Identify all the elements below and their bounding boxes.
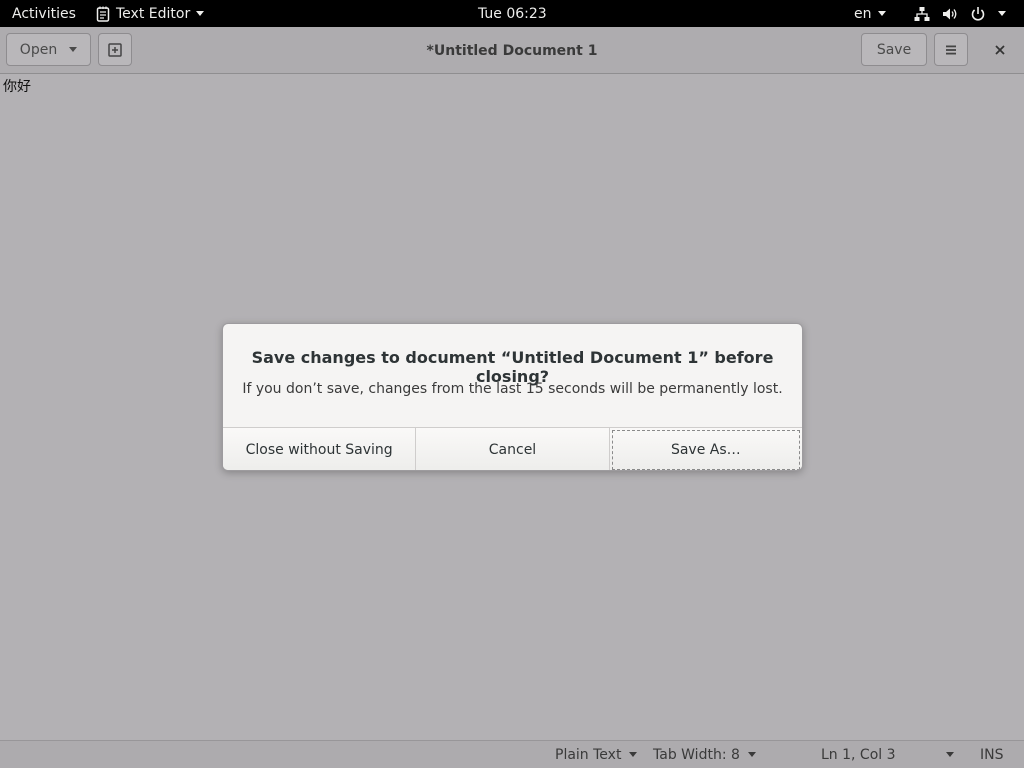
hamburger-icon [946,45,956,54]
activities-label: Activities [12,5,76,22]
insert-mode-indicator[interactable]: INS [980,741,1004,768]
header-bar: Open *Untitled Document 1 Save [0,27,1024,74]
top-bar: Activities Text Editor Tue 06:23 en [0,0,1024,27]
chevron-down-icon [69,47,78,52]
power-icon [971,6,985,21]
insert-mode-label: INS [980,746,1004,763]
cancel-button[interactable]: Cancel [416,428,610,470]
activities-button[interactable]: Activities [12,0,76,27]
app-name: Text Editor [116,5,191,22]
dialog-message: If you don’t save, changes from the last… [242,381,783,397]
clock-label: Tue 06:23 [478,5,547,22]
chevron-down-icon [629,752,638,757]
app-menu[interactable]: Text Editor [96,0,205,27]
chevron-down-icon [877,11,886,16]
editor-content: 你好 [3,79,31,95]
hamburger-menu-button[interactable] [934,33,968,66]
language-mode-label: Plain Text [555,746,622,763]
open-button[interactable]: Open [6,33,91,66]
volume-icon [943,8,957,19]
close-icon [995,44,1005,55]
save-as-button[interactable]: Save As… [609,428,802,470]
language-selector[interactable]: en [854,0,886,27]
save-button[interactable]: Save [861,33,927,66]
open-label: Open [19,41,58,58]
new-tab-icon [108,42,122,57]
language-mode-selector[interactable]: Plain Text [555,741,638,768]
cursor-position-label: Ln 1, Col 3 [821,746,896,763]
save-changes-dialog: Save changes to document “Untitled Docum… [222,323,803,471]
system-menu[interactable] [914,0,1006,27]
tab-width-label: Tab Width: 8 [653,746,740,763]
language-label: en [854,5,872,22]
chevron-down-icon [998,11,1006,16]
close-without-saving-button[interactable]: Close without Saving [223,428,417,470]
save-label: Save [876,41,912,58]
tab-width-selector[interactable]: Tab Width: 8 [653,741,756,768]
new-document-button[interactable] [98,33,132,66]
network-icon [914,6,930,21]
close-window-button[interactable] [984,33,1016,66]
chevron-down-icon [196,11,205,16]
chevron-down-icon [945,752,954,757]
chevron-down-icon [747,752,756,757]
clock[interactable]: Tue 06:23 [478,0,547,27]
status-bar: Plain Text Tab Width: 8 Ln 1, Col 3 INS [0,740,1024,768]
document-title: *Untitled Document 1 [426,42,598,59]
text-editor-icon [96,6,110,22]
cursor-position-selector[interactable]: Ln 1, Col 3 [821,741,954,768]
dialog-button-row: Close without Saving Cancel Save As… [223,427,802,470]
